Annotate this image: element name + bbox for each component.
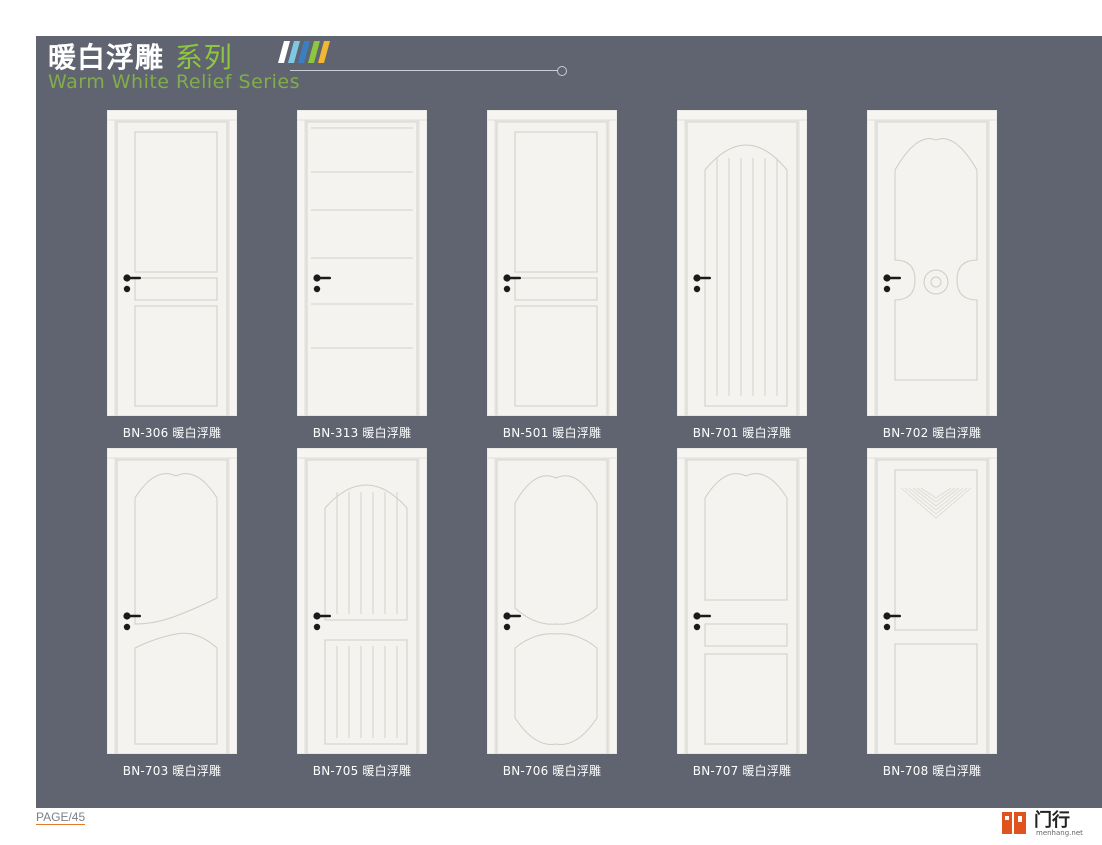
door-702-icon [867, 110, 997, 416]
brand-url: menhang.net [1036, 829, 1083, 837]
door-label-306: BN-306 暖白浮雕 [122, 426, 222, 440]
door-image-702[interactable] [867, 110, 997, 416]
page-number: PAGE/45 [36, 810, 86, 825]
door-313-icon [297, 110, 427, 416]
door-label-701: BN-701 暖白浮雕 [692, 426, 792, 440]
page-title: 暖白浮雕 系列 [48, 36, 233, 76]
title-divider-dot [557, 66, 567, 76]
door-image-703[interactable] [107, 448, 237, 754]
door-306-icon [107, 110, 237, 416]
door-label-703: BN-703 暖白浮雕 [122, 764, 222, 778]
title-main: 暖白浮雕 [48, 41, 165, 74]
door-label-707: BN-707 暖白浮雕 [692, 764, 792, 778]
door-706-icon [487, 448, 617, 754]
door-image-706[interactable] [487, 448, 617, 754]
door-image-306[interactable] [107, 110, 237, 416]
title-accent: 系列 [174, 41, 233, 74]
title-english: Warm White Relief Series [48, 71, 300, 93]
door-707-icon [677, 448, 807, 754]
door-label-708: BN-708 暖白浮雕 [882, 764, 982, 778]
door-label-706: BN-706 暖白浮雕 [502, 764, 602, 778]
door-label-313: BN-313 暖白浮雕 [312, 426, 412, 440]
door-image-705[interactable] [297, 448, 427, 754]
door-703-icon [107, 448, 237, 754]
door-701-icon [677, 110, 807, 416]
door-image-708[interactable] [867, 448, 997, 754]
door-image-701[interactable] [677, 110, 807, 416]
door-501-icon [487, 110, 617, 416]
brand-mark-icon [1002, 812, 1026, 834]
door-image-501[interactable] [487, 110, 617, 416]
door-708-icon [867, 448, 997, 754]
color-stripes-icon [278, 41, 330, 63]
brand-logo[interactable]: 门行 menhang.net [1000, 804, 1090, 840]
door-image-313[interactable] [297, 110, 427, 416]
door-label-702: BN-702 暖白浮雕 [882, 426, 982, 440]
title-divider [290, 70, 558, 71]
door-label-501: BN-501 暖白浮雕 [502, 426, 602, 440]
door-705-icon [297, 448, 427, 754]
door-image-707[interactable] [677, 448, 807, 754]
door-label-705: BN-705 暖白浮雕 [312, 764, 412, 778]
